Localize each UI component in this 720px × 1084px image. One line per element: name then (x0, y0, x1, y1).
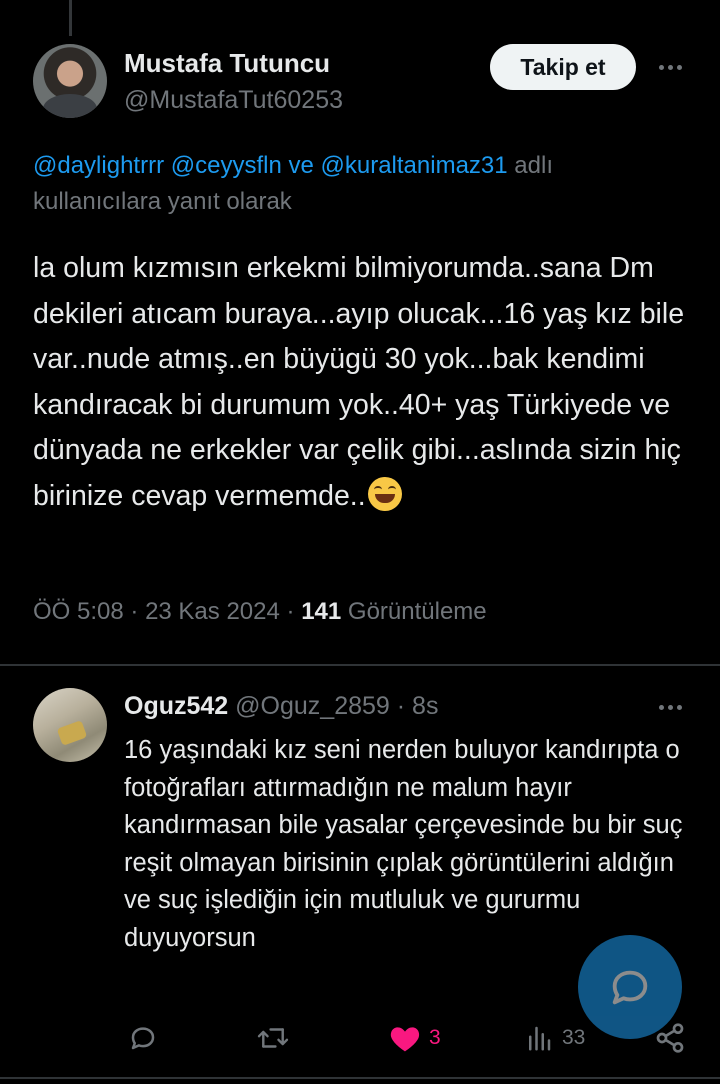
thread-connector-line (69, 0, 72, 36)
author-handle[interactable]: @MustafaTut60253 (124, 86, 343, 115)
meta-separator: · (286, 598, 295, 625)
retweet-button[interactable] (256, 1016, 298, 1060)
views-count: 141 (301, 598, 342, 625)
reply-author-handle[interactable]: @Oguz_2859 (235, 692, 390, 720)
reply-time[interactable]: 8s (412, 692, 438, 720)
more-horizontal-icon (658, 64, 682, 70)
views-label: Görüntüleme (347, 598, 487, 625)
reply-context-connector: ve (288, 152, 314, 179)
tweet-date[interactable]: 23 Kas 2024 (145, 598, 280, 625)
tweet-text: la olum kızmısın erkekmi bilmiyorumda..s… (33, 246, 693, 520)
views-button[interactable]: 33 (524, 1016, 585, 1060)
tweet-body: la olum kızmısın erkekmi bilmiyorumda..s… (33, 252, 685, 512)
more-horizontal-icon (658, 704, 682, 710)
reply-icon (131, 1027, 155, 1050)
reply-header: Oguz542 @Oguz_2859 · 8s (124, 692, 438, 721)
author-avatar[interactable] (33, 44, 107, 118)
like-count: 3 (429, 1026, 441, 1049)
reply-author-avatar[interactable] (33, 688, 107, 762)
reply-separator: · (396, 692, 406, 720)
compose-reply-icon (612, 970, 648, 1005)
heart-filled-icon (390, 1027, 420, 1052)
views-count: 33 (562, 1026, 586, 1049)
meta-separator: · (130, 598, 139, 625)
grinning-squinting-face-icon (367, 476, 402, 511)
tweet-time[interactable]: ÖÖ 5:08 (33, 598, 124, 625)
tweet-meta: ÖÖ 5:08 · 23 Kas 2024 · 141 Görüntüleme (33, 598, 487, 626)
reply-context: @daylightrrr @ceyysfln ve @kuraltanimaz3… (33, 148, 673, 220)
reply-author-name[interactable]: Oguz542 (124, 692, 228, 720)
mention-link[interactable]: @daylightrrr (33, 152, 164, 179)
mention-link[interactable]: @kuraltanimaz31 (321, 152, 508, 179)
divider (0, 1077, 720, 1079)
like-button[interactable]: 3 (389, 1016, 441, 1060)
more-options-button[interactable] (652, 52, 688, 82)
author-name[interactable]: Mustafa Tutuncu (124, 48, 330, 79)
retweet-icon (257, 1028, 289, 1048)
reply-text: 16 yaşındaki kız seni nerden buluyor kan… (124, 736, 683, 952)
follow-button[interactable]: Takip et (490, 44, 636, 90)
divider (0, 664, 720, 666)
compose-reply-button[interactable] (578, 935, 682, 1039)
reply-button[interactable] (128, 1016, 166, 1060)
reply-more-options-button[interactable] (652, 692, 688, 722)
analytics-icon (529, 1026, 551, 1051)
mention-link[interactable]: @ceyysfln (171, 152, 282, 179)
